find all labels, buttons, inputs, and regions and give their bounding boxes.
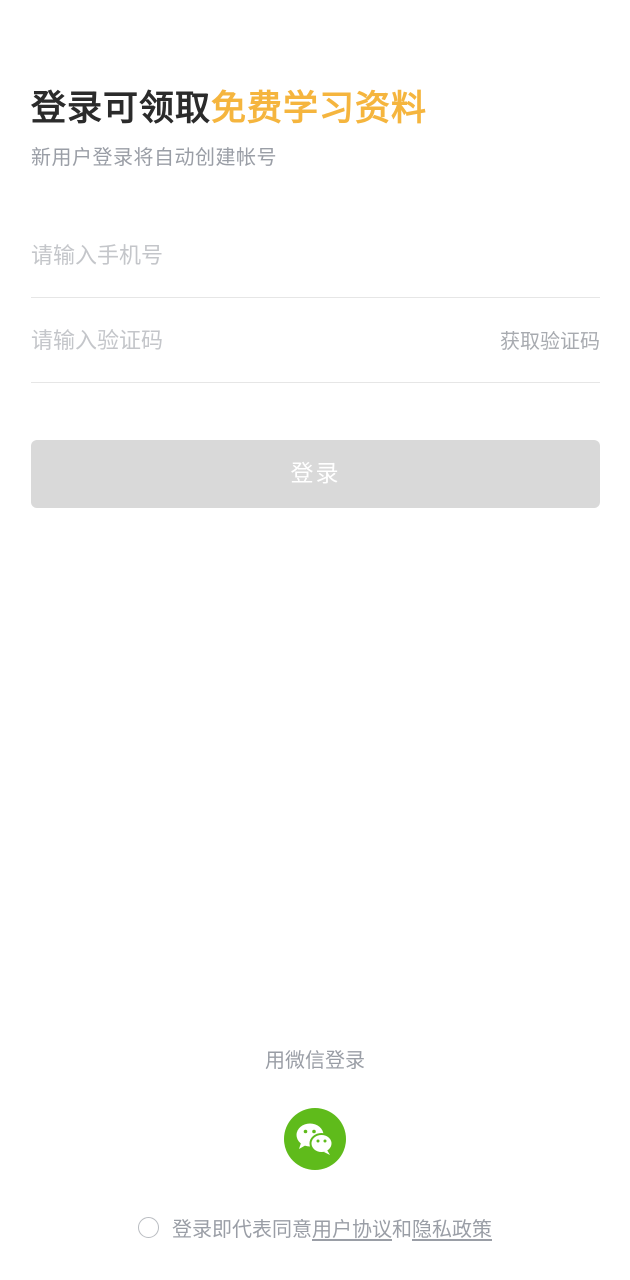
verification-code-field: 获取验证码 [31,299,600,383]
agreement-checkbox[interactable] [138,1216,159,1238]
wechat-icon [296,1123,334,1155]
get-code-button[interactable]: 获取验证码 [500,325,600,357]
agreement-prefix: 登录即代表同意 [172,1216,312,1241]
agreement-conjunction: 和 [392,1216,412,1241]
title-accent: 免费学习资料 [211,89,428,129]
phone-input[interactable] [31,236,451,276]
verification-code-input[interactable] [31,321,451,361]
phone-field [31,214,600,298]
wechat-login-button[interactable] [284,1108,346,1170]
privacy-policy-link[interactable]: 隐私政策 [412,1213,492,1242]
login-header: 登录可领取免费学习资料 新用户登录将自动创建帐号 [31,84,600,172]
login-button[interactable]: 登录 [31,440,600,508]
agreement-row: 登录即代表同意 用户协议 和 隐私政策 [0,1210,630,1244]
wechat-login-label: 用微信登录 [265,1048,365,1072]
page-title: 登录可领取免费学习资料 [31,84,600,134]
user-agreement-link[interactable]: 用户协议 [312,1213,392,1242]
page-subtitle: 新用户登录将自动创建帐号 [31,145,277,169]
title-main: 登录可领取 [31,89,212,129]
